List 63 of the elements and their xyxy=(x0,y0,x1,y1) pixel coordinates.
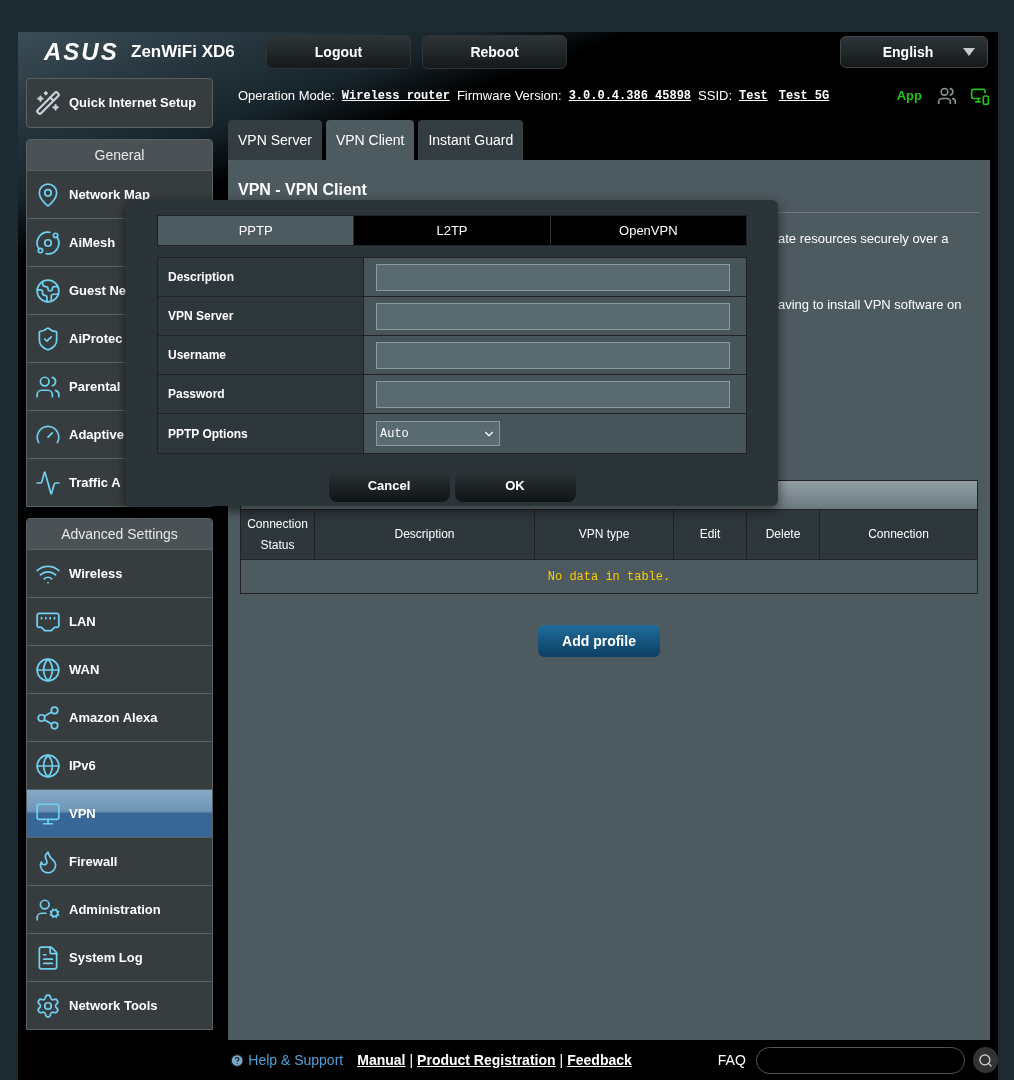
protocol-tab[interactable]: OpenVPN xyxy=(550,216,746,245)
user-gear-icon xyxy=(35,896,61,923)
description-text: aving to install VPN software on xyxy=(778,295,962,314)
protocol-tab[interactable]: L2TP xyxy=(354,216,551,245)
page-title: VPN - VPN Client xyxy=(238,180,368,200)
search-button[interactable] xyxy=(973,1047,998,1073)
operation-mode-link[interactable]: Wireless router xyxy=(341,87,450,105)
status-label: SSID: xyxy=(698,87,732,106)
header-button[interactable]: Reboot xyxy=(422,35,567,69)
footer-link[interactable]: Product Registration xyxy=(417,1049,556,1071)
text-field[interactable] xyxy=(376,380,730,408)
app-link[interactable]: App xyxy=(896,86,922,106)
text-field[interactable] xyxy=(376,263,730,291)
add-profile-button[interactable]: Add profile xyxy=(538,625,660,657)
people-icon xyxy=(35,373,61,400)
orbit-icon xyxy=(35,229,61,256)
faq-search-field[interactable] xyxy=(755,1046,966,1074)
section-header: General xyxy=(27,140,212,170)
search-icon xyxy=(978,1052,994,1068)
footer-link[interactable]: Manual xyxy=(357,1049,406,1071)
pulse-icon xyxy=(35,469,61,496)
help-link[interactable]: Help & Support xyxy=(248,1049,344,1071)
settings-icon xyxy=(35,992,61,1019)
language-dropdown[interactable]: English xyxy=(840,36,988,68)
faq-label: FAQ xyxy=(717,1050,746,1070)
share-icon xyxy=(35,704,61,731)
help-icon xyxy=(230,1052,245,1068)
options-select[interactable]: Auto xyxy=(376,421,500,446)
globe-icon xyxy=(35,656,61,683)
document-icon xyxy=(35,944,61,971)
quick-setup-button[interactable]: Quick Internet Setup xyxy=(26,78,213,128)
caret-icon xyxy=(963,48,975,56)
header-button[interactable]: Logout xyxy=(266,35,411,69)
protocol-tab[interactable]: PPTP xyxy=(158,216,355,245)
page-tab[interactable]: VPN Client xyxy=(325,120,415,160)
people-icon[interactable] xyxy=(937,86,957,106)
firmware-link[interactable]: 3.0.0.4.386_45898 xyxy=(568,87,692,105)
globe-icon xyxy=(35,277,61,304)
section-header: Advanced Settings xyxy=(27,519,212,549)
description-text: ate resources securely over a xyxy=(778,230,949,248)
status-label: Firmware Version: xyxy=(456,87,562,106)
separator-text: | xyxy=(409,1050,414,1070)
model-name: ZenWiFi XD6 xyxy=(131,41,236,64)
sidebar-item[interactable]: VPN xyxy=(27,789,212,837)
text-field[interactable] xyxy=(376,341,730,369)
dialog-button[interactable]: OK xyxy=(454,470,576,502)
footer-link[interactable]: Feedback xyxy=(567,1049,632,1071)
separator-text: | xyxy=(559,1050,564,1070)
page-tab[interactable]: VPN Server xyxy=(228,120,322,160)
ssid-link[interactable]: Test_5G xyxy=(778,87,830,105)
globe-icon xyxy=(35,752,61,779)
devices-icon[interactable] xyxy=(970,86,990,106)
empty-table-text: No data in table. xyxy=(547,568,671,586)
status-label: Operation Mode: xyxy=(238,87,335,106)
ssid-link[interactable]: Test xyxy=(739,87,768,105)
brand-logo: ASUS xyxy=(44,37,120,67)
monitor-icon xyxy=(35,800,61,827)
wand-icon xyxy=(35,90,61,116)
text-field[interactable] xyxy=(376,302,730,330)
dialog-button[interactable]: Cancel xyxy=(328,470,450,502)
shield-icon xyxy=(35,325,61,352)
page-tab[interactable]: Instant Guard xyxy=(418,120,524,160)
column-header: Connection xyxy=(867,526,930,544)
